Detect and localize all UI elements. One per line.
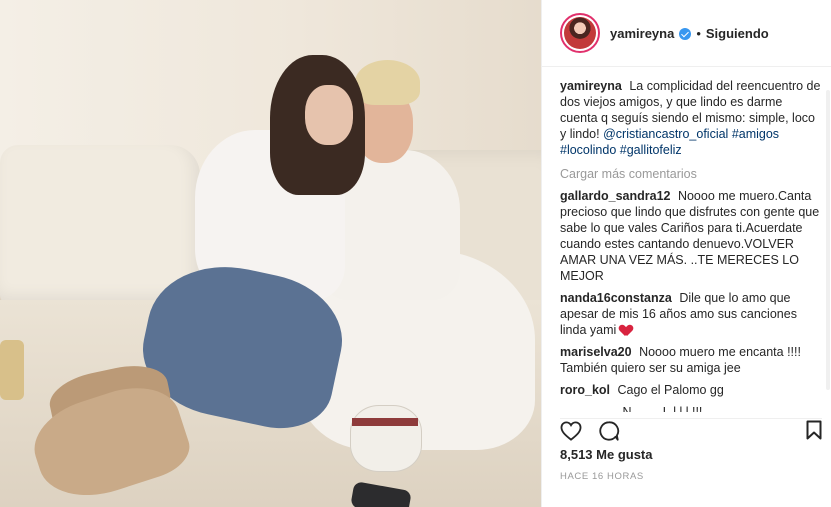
verified-badge-icon xyxy=(679,28,692,40)
photo-shoe xyxy=(350,405,422,472)
comment: gallardo_sandra12 Noooo me muero.Canta p… xyxy=(560,188,822,284)
hashtag-link[interactable]: #amigos xyxy=(732,127,779,141)
post-photo[interactable] xyxy=(0,0,541,507)
comment-cut-off: ................. N........ L.l.l.l.!!! xyxy=(560,405,703,412)
instagram-post: yamireyna • Siguiendo yamireyna La compl… xyxy=(0,0,831,507)
hashtag-link[interactable]: #gallitofeliz xyxy=(620,143,682,157)
comments-list: yamireyna La complicidad del reencuentro… xyxy=(560,78,822,414)
avatar-image xyxy=(564,17,596,49)
bookmark-save-icon[interactable] xyxy=(806,420,822,440)
caption: yamireyna La complicidad del reencuentro… xyxy=(560,78,822,158)
load-more-comments[interactable]: Cargar más comentarios xyxy=(560,166,822,182)
action-row xyxy=(560,419,822,445)
hashtag-link[interactable]: #locolindo xyxy=(560,143,616,157)
comment-username[interactable]: nanda16constanza xyxy=(560,291,672,305)
photo-man-hair xyxy=(355,60,420,105)
action-bar xyxy=(560,418,822,445)
comment: mariselva20 Noooo muero me encanta !!!! … xyxy=(560,344,822,376)
photo-woman-face xyxy=(305,85,353,145)
caption-username[interactable]: yamireyna xyxy=(560,79,622,93)
comment-text: Noooo me muero.Canta precioso que lindo … xyxy=(560,189,820,283)
caption-mention[interactable]: @cristiancastro_oficial xyxy=(603,127,728,141)
post-timestamp[interactable]: HACE 16 HORAS xyxy=(560,471,644,482)
comment-text: Cago el Palomo gg xyxy=(617,383,724,397)
comment-username[interactable]: roro_kol xyxy=(560,383,610,397)
photo-pillow xyxy=(0,340,24,400)
avatar[interactable] xyxy=(560,13,600,53)
comment-username[interactable]: gallardo_sandra12 xyxy=(560,189,670,203)
header-username[interactable]: yamireyna xyxy=(610,26,674,41)
header-separator: • xyxy=(696,25,701,41)
like-heart-icon[interactable] xyxy=(560,421,582,441)
following-button[interactable]: Siguiendo xyxy=(706,26,769,41)
post-side-panel: yamireyna • Siguiendo yamireyna La compl… xyxy=(541,0,831,507)
likes-count[interactable]: 8,513 Me gusta xyxy=(560,447,653,462)
photo-sofa-back xyxy=(0,145,200,305)
comment-bubble-icon[interactable] xyxy=(598,420,620,442)
comment-username[interactable]: mariselva20 xyxy=(560,345,632,359)
photo-shoe-band xyxy=(352,418,418,426)
comment: roro_kol Cago el Palomo gg xyxy=(560,382,822,398)
comment: nanda16constanza Dile que lo amo que ape… xyxy=(560,290,822,338)
post-header: yamireyna • Siguiendo xyxy=(542,0,831,67)
comments-scrollbar[interactable] xyxy=(826,90,830,390)
red-heart-emoji-icon xyxy=(620,325,632,336)
